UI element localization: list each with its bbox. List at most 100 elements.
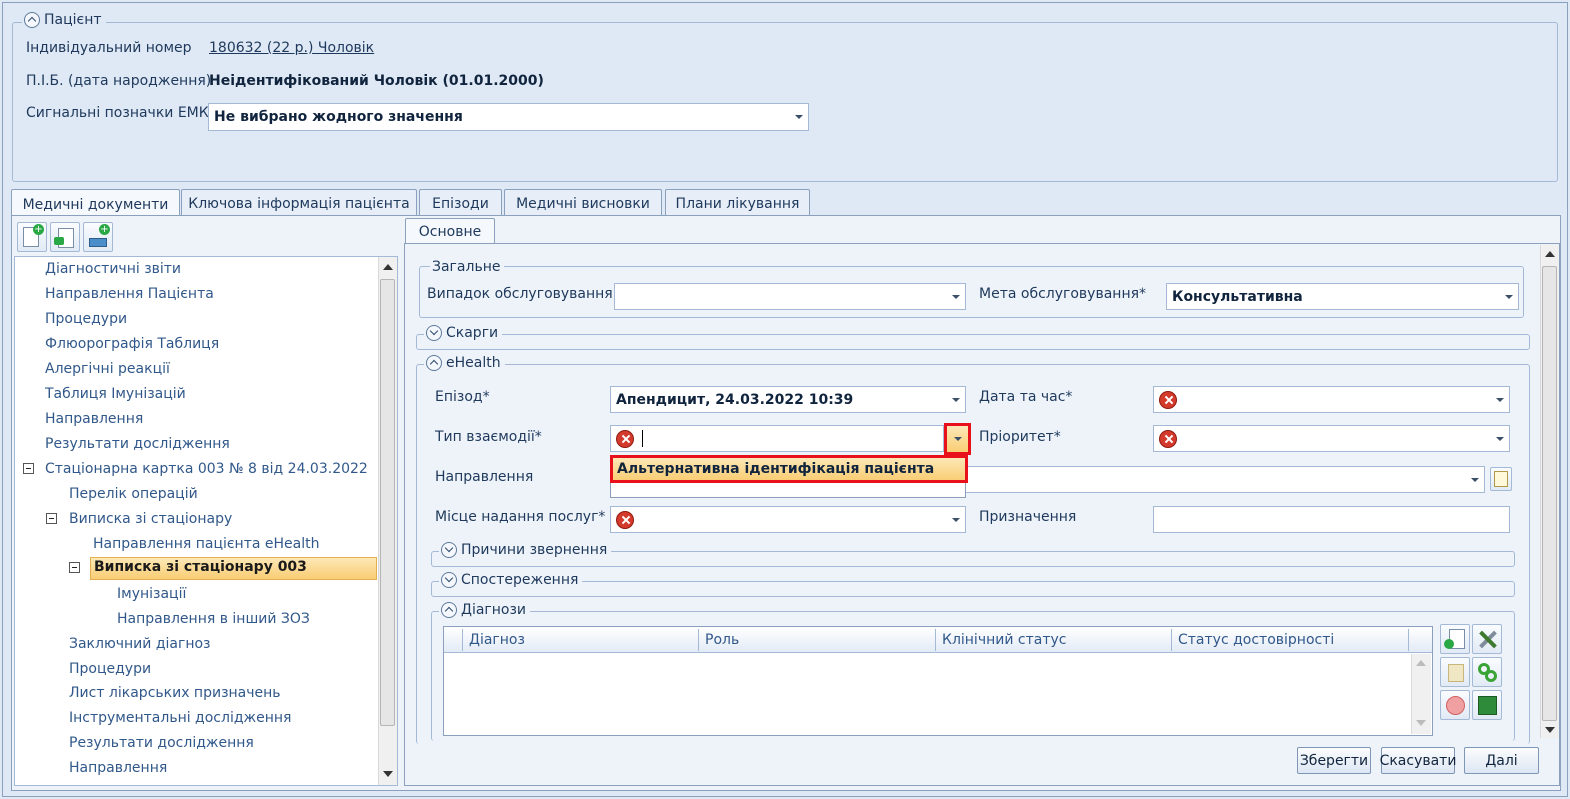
goal-combo[interactable]: Консультативна — [1166, 283, 1519, 310]
flags-combo[interactable]: Не вибрано жодного значення — [208, 103, 809, 131]
column-header-verification-status[interactable]: Статус достовірності — [1178, 632, 1334, 648]
open-book-button[interactable] — [1440, 657, 1470, 687]
tree-item[interactable]: Направлення в інший ЗОЗ — [117, 611, 310, 627]
tree-item[interactable]: Направлення — [69, 760, 167, 776]
green-arrow-icon — [54, 237, 64, 245]
observations-legend[interactable]: Спостереження — [439, 572, 583, 588]
interaction-combo[interactable] — [610, 425, 944, 452]
dropdown-arrow-icon[interactable] — [947, 284, 965, 309]
tools-button[interactable] — [1472, 624, 1502, 654]
plus-icon: + — [33, 224, 44, 235]
tab-treatment-plans[interactable]: Плани лікування — [665, 189, 810, 217]
edit-referral-button[interactable] — [1490, 467, 1512, 491]
tree-item[interactable]: Направлення Пацієнта — [45, 286, 214, 302]
datetime-combo[interactable] — [1153, 386, 1510, 413]
diagnoses-legend[interactable]: Діагнози — [439, 602, 531, 618]
scroll-down-icon[interactable] — [383, 771, 393, 777]
dropdown-arrow-icon[interactable] — [1491, 426, 1509, 451]
column-header-clinical-status[interactable]: Клінічний статус — [942, 632, 1066, 648]
add-diagnosis-button[interactable] — [1440, 624, 1470, 654]
text-caret — [642, 430, 643, 447]
goal-label: Мета обслуговування* — [979, 286, 1147, 302]
add-document-button[interactable]: + — [17, 222, 47, 252]
tab-episodes[interactable]: Епізоди — [419, 189, 502, 217]
column-header-diagnosis[interactable]: Діагноз — [469, 632, 525, 648]
expand-down-icon[interactable] — [426, 325, 442, 341]
scroll-down-icon[interactable] — [1545, 727, 1555, 733]
dropdown-option[interactable]: Альтернативна ідентифікація пацієнта — [610, 455, 968, 483]
add-record-button[interactable]: + — [83, 222, 113, 252]
tree-item[interactable]: Лист лікарських призначень — [69, 685, 281, 701]
tree-item[interactable]: Інструментальні дослідження — [69, 710, 291, 726]
tab-key-info[interactable]: Ключова інформація пацієнта — [181, 189, 417, 217]
table-button[interactable] — [1472, 690, 1502, 720]
expand-down-icon[interactable] — [441, 542, 457, 558]
error-icon — [616, 510, 634, 529]
dropdown-arrow-icon[interactable] — [947, 387, 965, 412]
collapse-node-icon[interactable] — [23, 463, 34, 474]
tree-item[interactable]: Заключний діагноз — [69, 636, 210, 652]
purpose-input[interactable] — [1153, 506, 1510, 533]
dropdown-arrow-icon[interactable] — [790, 104, 808, 130]
tree-item[interactable]: Імунізації — [117, 586, 186, 602]
expand-down-icon[interactable] — [441, 572, 457, 588]
dropdown-arrow-icon[interactable] — [947, 507, 965, 532]
place-combo[interactable] — [610, 506, 966, 533]
column-header-role[interactable]: Роль — [705, 632, 739, 648]
tab-main[interactable]: Основне — [405, 218, 495, 244]
scroll-up-icon[interactable] — [1545, 251, 1555, 257]
tree-item[interactable]: Перелік операцій — [69, 486, 198, 502]
reasons-legend[interactable]: Причини звернення — [439, 542, 612, 558]
patient-id-link[interactable]: 180632 (22 р.) Чоловік — [209, 40, 374, 56]
record-icon — [89, 238, 107, 247]
grid-icon — [1478, 696, 1497, 715]
scroll-up-icon[interactable] — [1416, 660, 1426, 666]
case-combo[interactable] — [614, 283, 966, 310]
dropdown-arrow-icon[interactable] — [1466, 467, 1484, 492]
referral-label: Направлення — [435, 469, 534, 485]
collapse-up-icon[interactable] — [24, 12, 40, 28]
tree-item[interactable]: Флюорографія Таблиця — [45, 336, 219, 352]
tree-item[interactable]: Направлення пацієнта eHealth — [93, 536, 319, 552]
next-button[interactable]: Далі — [1464, 747, 1539, 774]
patient-legend[interactable]: Пацієнт — [22, 12, 106, 28]
dropdown-arrow-icon[interactable] — [1500, 284, 1518, 309]
reasons-legend-label: Причини звернення — [461, 542, 608, 558]
tree-item[interactable]: Процедури — [45, 311, 127, 327]
link-button[interactable] — [1472, 657, 1502, 687]
tree-item[interactable]: Діагностичні звіти — [45, 261, 181, 277]
error-icon — [616, 429, 634, 448]
tree-item-selected[interactable]: Виписка зі стаціонару 003 — [90, 557, 377, 580]
tree-item[interactable]: Результати дослідження — [69, 735, 254, 751]
collapse-up-icon[interactable] — [426, 355, 442, 371]
scroll-down-icon[interactable] — [1416, 720, 1426, 726]
save-button[interactable]: Зберегти — [1297, 747, 1371, 774]
tree-item[interactable]: Стаціонарна картка 003 № 8 від 24.03.202… — [45, 461, 368, 477]
complaints-legend[interactable]: Скарги — [424, 325, 503, 341]
collapse-up-icon[interactable] — [441, 602, 457, 618]
collapse-node-icon[interactable] — [69, 562, 80, 573]
tree-item[interactable]: Процедури — [69, 661, 151, 677]
episode-combo[interactable]: Апендицит, 24.03.2022 10:39 — [610, 386, 966, 413]
ehealth-legend[interactable]: eHealth — [424, 355, 505, 371]
cancel-button[interactable]: Скасувати — [1380, 747, 1456, 774]
patient-name-value: Неідентифікований Чоловік (01.01.2000) — [209, 73, 544, 89]
import-document-button[interactable] — [50, 222, 80, 252]
priority-combo[interactable] — [1153, 425, 1510, 452]
interaction-dropdown-button[interactable] — [944, 423, 971, 455]
tree-item[interactable]: Таблиця Імунізацій — [45, 386, 186, 402]
column-divider — [1171, 629, 1172, 651]
observations-legend-label: Спостереження — [461, 572, 579, 588]
form-scroll-thumb[interactable] — [1542, 266, 1557, 721]
tree-item[interactable]: Виписка зі стаціонару — [69, 511, 232, 527]
tree-item[interactable]: Алергічні реакції — [45, 361, 170, 377]
delete-button[interactable] — [1440, 690, 1470, 720]
tree-item[interactable]: Результати дослідження — [45, 436, 230, 452]
flags-label: Сигнальні позначки ЕМК — [26, 105, 209, 121]
collapse-node-icon[interactable] — [46, 513, 57, 524]
scroll-up-icon[interactable] — [383, 264, 393, 270]
tree-scroll-thumb[interactable] — [380, 279, 395, 726]
tree-item[interactable]: Направлення — [45, 411, 143, 427]
tab-conclusions[interactable]: Медичні висновки — [504, 189, 662, 217]
dropdown-arrow-icon[interactable] — [1491, 387, 1509, 412]
